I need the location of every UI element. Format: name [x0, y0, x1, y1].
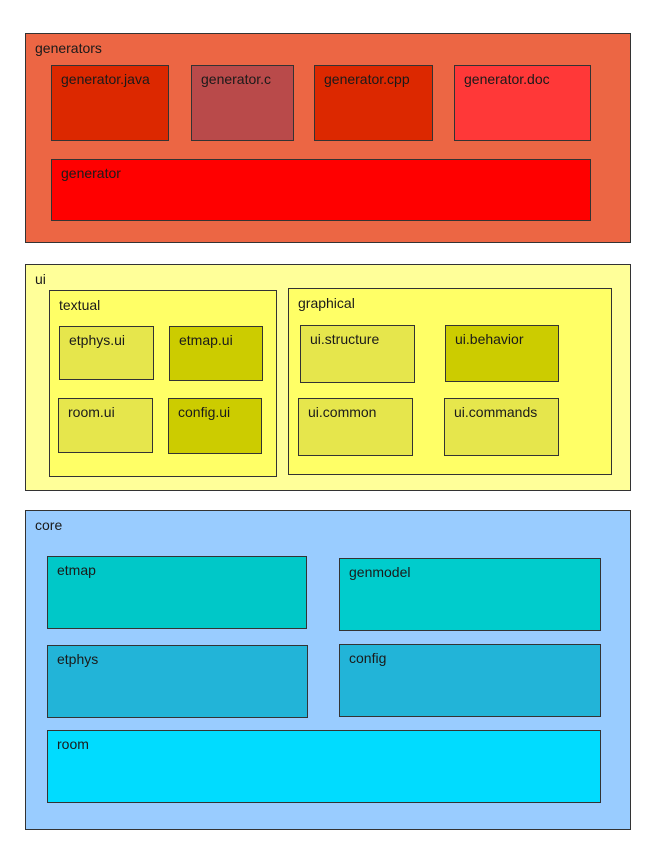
ui-common-box: ui.common — [298, 398, 413, 456]
ui-structure-box: ui.structure — [300, 325, 415, 383]
ui-package: ui textual etphys.ui etmap.ui room.ui co… — [25, 264, 631, 491]
graphical-package-label: graphical — [298, 295, 355, 311]
etphys-ui-label: etphys.ui — [69, 332, 126, 348]
config-box: config — [339, 644, 601, 717]
generator-java-label: generator.java — [61, 71, 150, 87]
generator-cpp-box: generator.cpp — [314, 65, 433, 141]
generator-cpp-label: generator.cpp — [324, 71, 410, 87]
generator-java-box: generator.java — [51, 65, 169, 141]
ui-common-label: ui.common — [308, 404, 377, 420]
generator-box: generator — [51, 159, 591, 221]
generator-c-box: generator.c — [191, 65, 294, 141]
core-package-label: core — [35, 517, 63, 533]
graphical-package: graphical ui.structure ui.behavior ui.co… — [288, 288, 612, 475]
etmap-box: etmap — [47, 556, 307, 629]
config-label: config — [349, 650, 387, 666]
etmap-label: etmap — [57, 562, 96, 578]
etphys-ui-box: etphys.ui — [59, 326, 154, 380]
room-box: room — [47, 730, 601, 803]
genmodel-box: genmodel — [339, 558, 601, 631]
etphys-box: etphys — [47, 645, 308, 718]
ui-package-label: ui — [35, 271, 46, 287]
ui-commands-label: ui.commands — [454, 404, 538, 420]
generator-label: generator — [61, 165, 121, 181]
etphys-label: etphys — [57, 651, 99, 667]
etmap-ui-box: etmap.ui — [169, 326, 263, 381]
generator-c-label: generator.c — [201, 71, 272, 87]
config-ui-label: config.ui — [178, 404, 231, 420]
generators-package: generators generator.java generator.c ge… — [25, 33, 631, 243]
ui-behavior-label: ui.behavior — [455, 331, 524, 347]
generator-doc-label: generator.doc — [464, 71, 550, 87]
textual-package: textual etphys.ui etmap.ui room.ui confi… — [49, 290, 277, 477]
room-ui-box: room.ui — [58, 398, 153, 453]
etmap-ui-label: etmap.ui — [179, 332, 233, 348]
room-ui-label: room.ui — [68, 404, 115, 420]
ui-commands-box: ui.commands — [444, 398, 559, 456]
ui-structure-label: ui.structure — [310, 331, 380, 347]
textual-package-label: textual — [59, 297, 101, 313]
genmodel-label: genmodel — [349, 564, 411, 580]
generators-package-label: generators — [35, 40, 102, 56]
generator-doc-box: generator.doc — [454, 65, 591, 141]
core-package: core etmap genmodel etphys config room — [25, 510, 631, 830]
config-ui-box: config.ui — [168, 398, 262, 454]
ui-behavior-box: ui.behavior — [445, 325, 559, 382]
room-label: room — [57, 736, 89, 752]
